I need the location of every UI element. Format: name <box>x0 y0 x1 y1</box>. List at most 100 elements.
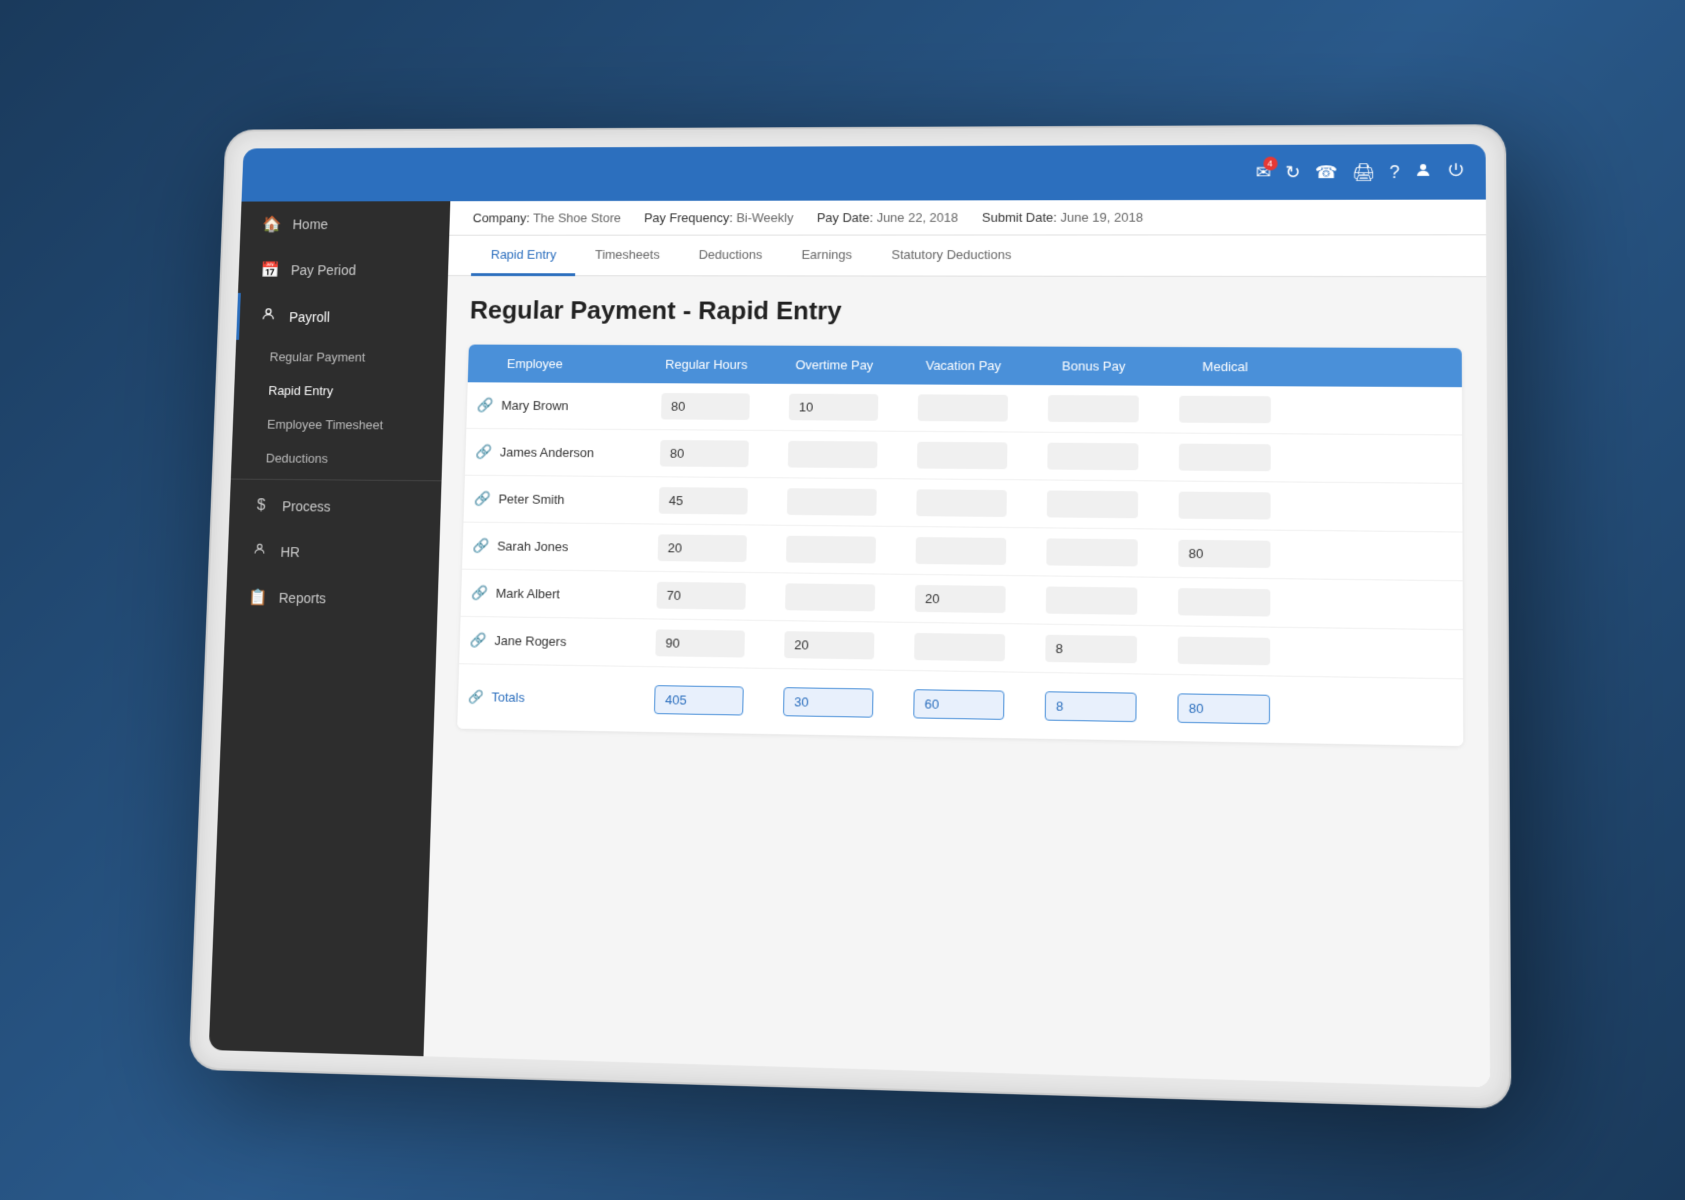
input-medical[interactable] <box>1177 637 1269 666</box>
input-bonus_pay[interactable] <box>1047 395 1138 422</box>
sidebar-item-hr[interactable]: HR <box>227 528 440 576</box>
cell-bonus_pay <box>1026 528 1158 577</box>
row-link-icon: 🔗 <box>473 490 490 507</box>
input-bonus_pay[interactable] <box>1045 635 1137 664</box>
employee-cell: 🔗 Mark Albert <box>460 575 637 614</box>
input-bonus_pay[interactable] <box>1046 538 1137 566</box>
input-vacation_pay[interactable] <box>914 633 1005 661</box>
input-overtime_pay[interactable] <box>785 583 875 611</box>
input-overtime_pay[interactable] <box>787 441 877 468</box>
input-vacation_pay[interactable] <box>916 489 1007 517</box>
totals-text: Totals <box>491 689 525 704</box>
cell-bonus_pay <box>1024 624 1157 673</box>
cell-overtime_pay <box>765 526 895 574</box>
tablet-screen: ✉ 4 ↻ ☎ 🖨 ? <box>208 144 1489 1087</box>
employee-cell: 🔗 Jane Rogers <box>459 622 636 661</box>
input-overtime_pay[interactable] <box>788 394 878 421</box>
input-medical[interactable] <box>1179 396 1271 423</box>
print-icon[interactable]: 🖨 <box>1351 162 1374 183</box>
totals-regular-hours-input[interactable] <box>653 685 743 715</box>
refresh-icon[interactable]: ↻ <box>1285 162 1300 183</box>
input-regular_hours[interactable] <box>656 582 745 610</box>
input-medical[interactable] <box>1178 588 1270 616</box>
sidebar-item-home[interactable]: 🏠 Home <box>239 201 450 247</box>
totals-bonus-input[interactable] <box>1044 691 1136 722</box>
input-vacation_pay[interactable] <box>914 585 1005 613</box>
sidebar-sub-regular-payment[interactable]: Regular Payment <box>234 340 445 375</box>
user-icon[interactable] <box>1413 161 1431 184</box>
input-vacation_pay[interactable] <box>916 442 1006 469</box>
input-regular_hours[interactable] <box>658 487 747 514</box>
table-header: Employee Regular Hours Overtime Pay Vaca… <box>467 345 1461 388</box>
col-employee: Employee <box>467 345 642 384</box>
input-regular_hours[interactable] <box>659 440 748 467</box>
sidebar-pay-period-label: Pay Period <box>290 262 356 277</box>
input-vacation_pay[interactable] <box>917 394 1007 421</box>
submit-date-info: Submit Date: June 19, 2018 <box>981 210 1142 225</box>
payroll-icon <box>258 306 278 326</box>
table-row: 🔗 James Anderson <box>464 429 1461 484</box>
employee-name: Mary Brown <box>501 398 569 413</box>
input-regular_hours[interactable] <box>660 393 749 420</box>
sidebar-reports-label: Reports <box>278 590 326 606</box>
input-medical[interactable] <box>1178 444 1270 472</box>
tab-rapid-entry[interactable]: Rapid Entry <box>471 236 576 277</box>
input-bonus_pay[interactable] <box>1047 443 1138 471</box>
input-overtime_pay[interactable] <box>785 536 875 564</box>
tab-deductions[interactable]: Deductions <box>678 236 782 277</box>
employee-cell: 🔗 James Anderson <box>465 434 641 471</box>
totals-vacation-input[interactable] <box>913 689 1004 720</box>
help-icon[interactable]: ? <box>1389 162 1399 183</box>
sidebar-sub-employee-timesheet[interactable]: Employee Timesheet <box>232 407 444 442</box>
input-medical[interactable] <box>1178 492 1270 520</box>
tab-earnings[interactable]: Earnings <box>781 236 872 277</box>
sidebar-process-label: Process <box>281 498 330 514</box>
sidebar-sub-deductions[interactable]: Deductions <box>230 441 442 477</box>
totals-overtime-input[interactable] <box>782 687 873 718</box>
content-header: Company: The Shoe Store Pay Frequency: B… <box>449 200 1486 236</box>
cell-medical <box>1157 529 1290 578</box>
input-bonus_pay[interactable] <box>1045 586 1137 614</box>
submit-date-label: Submit Date: <box>981 210 1056 225</box>
sidebar-item-pay-period[interactable]: 📅 Pay Period <box>237 247 448 293</box>
input-regular_hours[interactable] <box>655 629 745 657</box>
input-medical[interactable] <box>1178 540 1270 568</box>
cell-medical <box>1157 578 1290 627</box>
sidebar-item-payroll[interactable]: Payroll <box>236 293 447 341</box>
cell-medical <box>1157 626 1291 676</box>
tablet-wrapper: ✉ 4 ↻ ☎ 🖨 ? <box>190 126 1509 1107</box>
tab-statutory-deductions[interactable]: Statutory Deductions <box>871 235 1031 276</box>
col-vacation-pay: Vacation Pay <box>898 346 1028 385</box>
cell-medical <box>1158 433 1291 481</box>
sidebar-item-reports[interactable]: 📋 Reports <box>225 574 438 624</box>
row-link-icon: 🔗 <box>472 537 489 554</box>
totals-medical-input[interactable] <box>1177 693 1270 724</box>
totals-bonus-cell <box>1024 681 1157 733</box>
power-icon[interactable] <box>1446 160 1465 183</box>
mail-icon[interactable]: ✉ 4 <box>1255 162 1270 183</box>
employee-cell: 🔗 Sarah Jones <box>462 527 639 565</box>
input-overtime_pay[interactable] <box>786 488 876 516</box>
pay-date-label: Pay Date: <box>816 210 872 225</box>
cell-regular_hours <box>641 383 770 430</box>
row-link-icon: 🔗 <box>475 444 492 461</box>
input-bonus_pay[interactable] <box>1046 490 1137 518</box>
main-area: 🏠 Home 📅 Pay Period Payroll Regular Paym… <box>208 200 1489 1088</box>
table-row: 🔗 Mary Brown <box>466 382 1462 435</box>
reports-icon: 📋 <box>247 588 267 608</box>
totals-link-icon: 🔗 <box>467 689 483 705</box>
col-overtime-pay: Overtime Pay <box>769 346 898 385</box>
sidebar-sub-rapid-entry[interactable]: Rapid Entry <box>233 373 444 408</box>
sidebar-item-process[interactable]: $ Process <box>228 483 441 530</box>
tab-timesheets[interactable]: Timesheets <box>575 236 680 277</box>
pay-date-info: Pay Date: June 22, 2018 <box>816 210 958 225</box>
input-overtime_pay[interactable] <box>784 631 874 659</box>
cell-regular_hours <box>638 477 767 524</box>
phone-icon[interactable]: ☎ <box>1314 162 1337 183</box>
input-regular_hours[interactable] <box>657 534 746 562</box>
content-area: Company: The Shoe Store Pay Frequency: B… <box>423 200 1490 1088</box>
sidebar-hr-label: HR <box>280 544 300 560</box>
cell-regular_hours <box>635 619 765 668</box>
input-vacation_pay[interactable] <box>915 537 1006 565</box>
cell-medical <box>1158 481 1291 529</box>
